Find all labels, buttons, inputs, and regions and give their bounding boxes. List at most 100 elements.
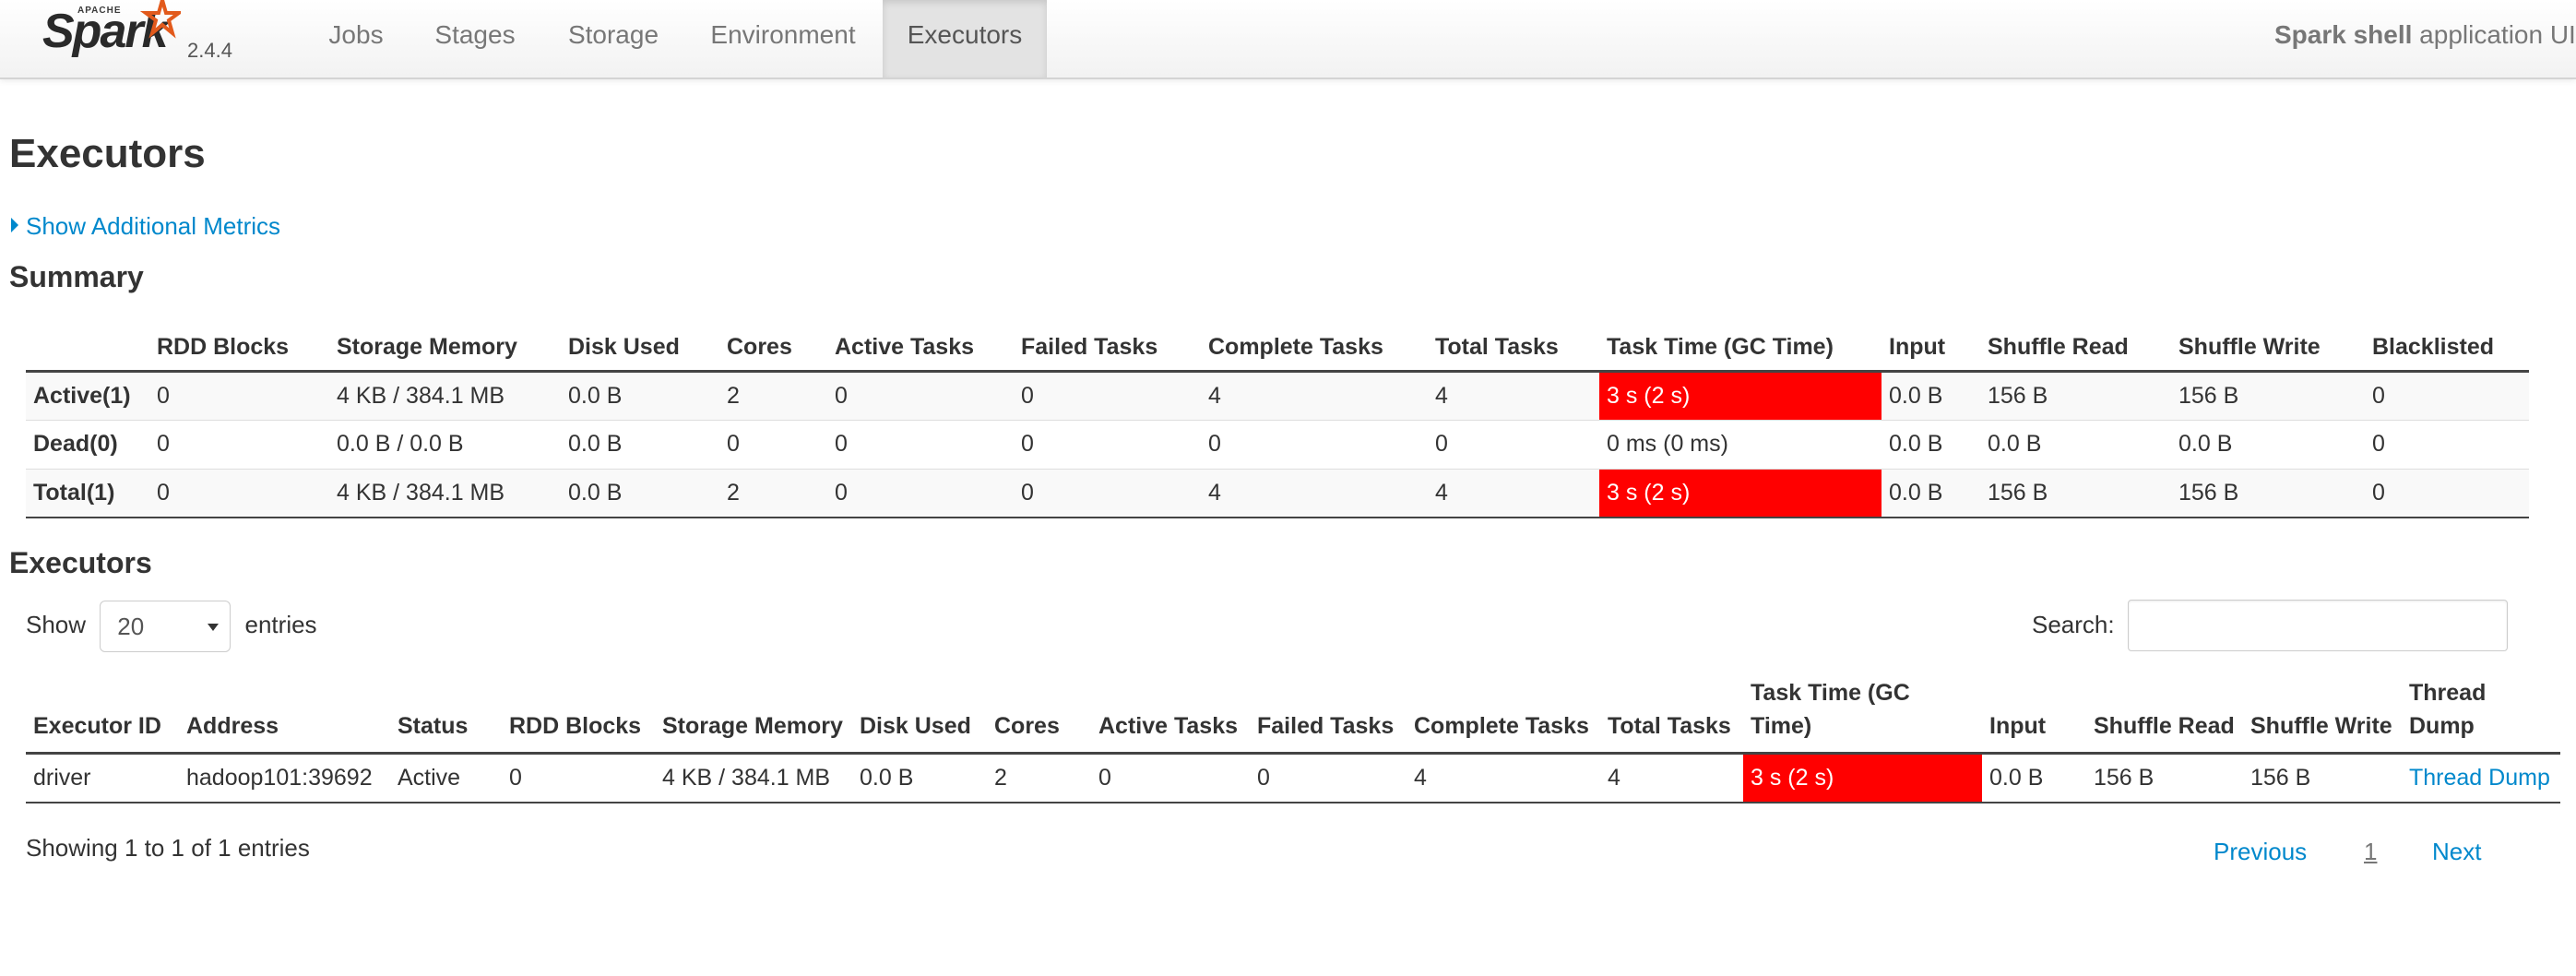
exec-col-disk-used[interactable]: Disk Used: [852, 670, 987, 755]
summary-col-active-tasks[interactable]: Active Tasks: [827, 323, 1014, 373]
show-label: Show: [26, 611, 87, 638]
failed-tasks-cell: 0: [1250, 753, 1407, 803]
exec-col-active-tasks[interactable]: Active Tasks: [1091, 670, 1250, 755]
summary-title: Summary: [9, 260, 144, 293]
summary-col-shuffle-write[interactable]: Shuffle Write: [2171, 323, 2365, 373]
summary-cell: 0: [2365, 420, 2529, 470]
complete-tasks-cell: 4: [1407, 753, 1600, 803]
pagination-previous[interactable]: Previous: [2214, 838, 2307, 866]
exec-col-address[interactable]: Address: [179, 670, 390, 755]
tab-executors[interactable]: Executors: [883, 0, 1047, 77]
exec-col-shuffle-read[interactable]: Shuffle Read: [2086, 670, 2243, 755]
summary-col-shuffle-read[interactable]: Shuffle Read: [1980, 323, 2171, 373]
exec-col-task-time[interactable]: Task Time (GC Time): [1743, 670, 1982, 755]
summary-task-time-highlight: 3 s (2 s): [1599, 469, 1882, 518]
exec-col-input[interactable]: Input: [1982, 670, 2086, 755]
summary-cell: 2: [719, 469, 827, 518]
tab-jobs[interactable]: Jobs: [312, 0, 400, 77]
summary-col-blacklisted[interactable]: Blacklisted: [2365, 323, 2529, 373]
summary-cell: 0: [719, 420, 827, 470]
summary-cell: 4: [1201, 469, 1428, 518]
summary-cell: Dead(0): [26, 420, 149, 470]
entries-select-value: 20: [117, 613, 145, 641]
summary-col-task-time[interactable]: Task Time (GC Time): [1599, 323, 1882, 373]
summary-col-storage-memory[interactable]: Storage Memory: [329, 323, 561, 373]
page-title: Executors: [9, 131, 206, 176]
entries-label: entries: [244, 611, 317, 638]
show-entries-control: Show 20 entries: [26, 598, 317, 653]
summary-cell: 0: [2365, 371, 2529, 421]
summary-cell: 0.0 B: [561, 371, 719, 421]
total-tasks-cell: 4: [1600, 753, 1743, 803]
tab-stages[interactable]: Stages: [421, 0, 528, 77]
shuffle-write-cell: 156 B: [2243, 753, 2402, 803]
summary-cell: 0: [1014, 469, 1201, 518]
status-cell: Active: [390, 753, 502, 803]
input-cell: 0.0 B: [1982, 753, 2086, 803]
entries-select[interactable]: 20: [100, 601, 231, 653]
summary-col-failed-tasks[interactable]: Failed Tasks: [1014, 323, 1201, 373]
summary-cell: 156 B: [1980, 469, 2171, 518]
shuffle-read-cell: 156 B: [2086, 753, 2243, 803]
top-navbar: APACHE Spark 2.4.4 Jobs Stages Storage E…: [0, 0, 2576, 79]
application-title: Spark shell application UI: [2274, 0, 2576, 70]
exec-col-storage-memory[interactable]: Storage Memory: [655, 670, 852, 755]
summary-cell: 0: [149, 371, 329, 421]
exec-col-total-tasks[interactable]: Total Tasks: [1600, 670, 1743, 755]
spark-logo[interactable]: APACHE Spark: [42, 0, 190, 74]
active-tasks-cell: 0: [1091, 753, 1250, 803]
exec-col-shuffle-write[interactable]: Shuffle Write: [2243, 670, 2402, 755]
summary-cell: 0: [149, 420, 329, 470]
table-row: driver hadoop101:39692 Active 0 4 KB / 3…: [26, 753, 2560, 803]
thread-dump-link[interactable]: Thread Dump: [2402, 753, 2560, 803]
exec-col-failed-tasks[interactable]: Failed Tasks: [1250, 670, 1407, 755]
summary-cell: 0.0 B: [1882, 371, 1980, 421]
pagination-page-1[interactable]: 1: [2364, 838, 2377, 866]
summary-col-disk-used[interactable]: Disk Used: [561, 323, 719, 373]
spark-version: 2.4.4: [187, 39, 232, 62]
summary-cell: 0: [827, 371, 1014, 421]
exec-col-complete-tasks[interactable]: Complete Tasks: [1407, 670, 1600, 755]
summary-cell: 4: [1201, 371, 1428, 421]
summary-cell: 4 KB / 384.1 MB: [329, 371, 561, 421]
caret-right-icon: [11, 218, 18, 232]
task-time-highlight-cell: 3 s (2 s): [1743, 753, 1982, 803]
summary-cell: 0.0 B / 0.0 B: [329, 420, 561, 470]
exec-col-thread-dump[interactable]: Thread Dump: [2402, 670, 2560, 755]
search-label: Search:: [2032, 611, 2115, 638]
tab-storage[interactable]: Storage: [552, 0, 675, 77]
summary-col-rdd-blocks[interactable]: RDD Blocks: [149, 323, 329, 373]
summary-cell: 0: [1201, 420, 1428, 470]
search-input[interactable]: [2128, 600, 2508, 651]
summary-cell: 156 B: [2171, 469, 2365, 518]
summary-cell: 0: [149, 469, 329, 518]
summary-cell: 0.0 B: [561, 469, 719, 518]
summary-cell: 4: [1428, 371, 1599, 421]
summary-cell: 0 ms (0 ms): [1599, 420, 1882, 470]
spark-star-icon: [139, 0, 181, 39]
exec-col-cores[interactable]: Cores: [987, 670, 1091, 755]
chevron-down-icon: [208, 624, 220, 632]
summary-col-input[interactable]: Input: [1882, 323, 1980, 373]
summary-cell: 0: [1428, 420, 1599, 470]
exec-col-executor-id[interactable]: Executor ID: [26, 670, 179, 755]
summary-col-cores[interactable]: Cores: [719, 323, 827, 373]
summary-cell: 2: [719, 371, 827, 421]
show-additional-metrics-link[interactable]: Show Additional Metrics: [11, 212, 280, 241]
summary-cell: 0: [2365, 469, 2529, 518]
tab-environment[interactable]: Environment: [695, 0, 871, 77]
executors-header-row: Executor ID Address Status RDD Blocks St…: [26, 670, 2560, 755]
exec-col-status[interactable]: Status: [390, 670, 502, 755]
summary-cell: 4: [1428, 469, 1599, 518]
summary-cell: 0.0 B: [561, 420, 719, 470]
summary-task-time-highlight: 3 s (2 s): [1599, 371, 1882, 421]
pagination-next[interactable]: Next: [2432, 838, 2481, 866]
summary-col-total-tasks[interactable]: Total Tasks: [1428, 323, 1599, 373]
summary-col-complete-tasks[interactable]: Complete Tasks: [1201, 323, 1428, 373]
summary-row-dead: Dead(0) 0 0.0 B / 0.0 B 0.0 B 0 0 0 0 0 …: [26, 420, 2529, 470]
executor-id-cell: driver: [26, 753, 179, 803]
executors-section-title: Executors: [9, 546, 152, 579]
summary-cell: 156 B: [2171, 371, 2365, 421]
app-name: Spark shell: [2274, 20, 2413, 49]
exec-col-rdd-blocks[interactable]: RDD Blocks: [502, 670, 655, 755]
